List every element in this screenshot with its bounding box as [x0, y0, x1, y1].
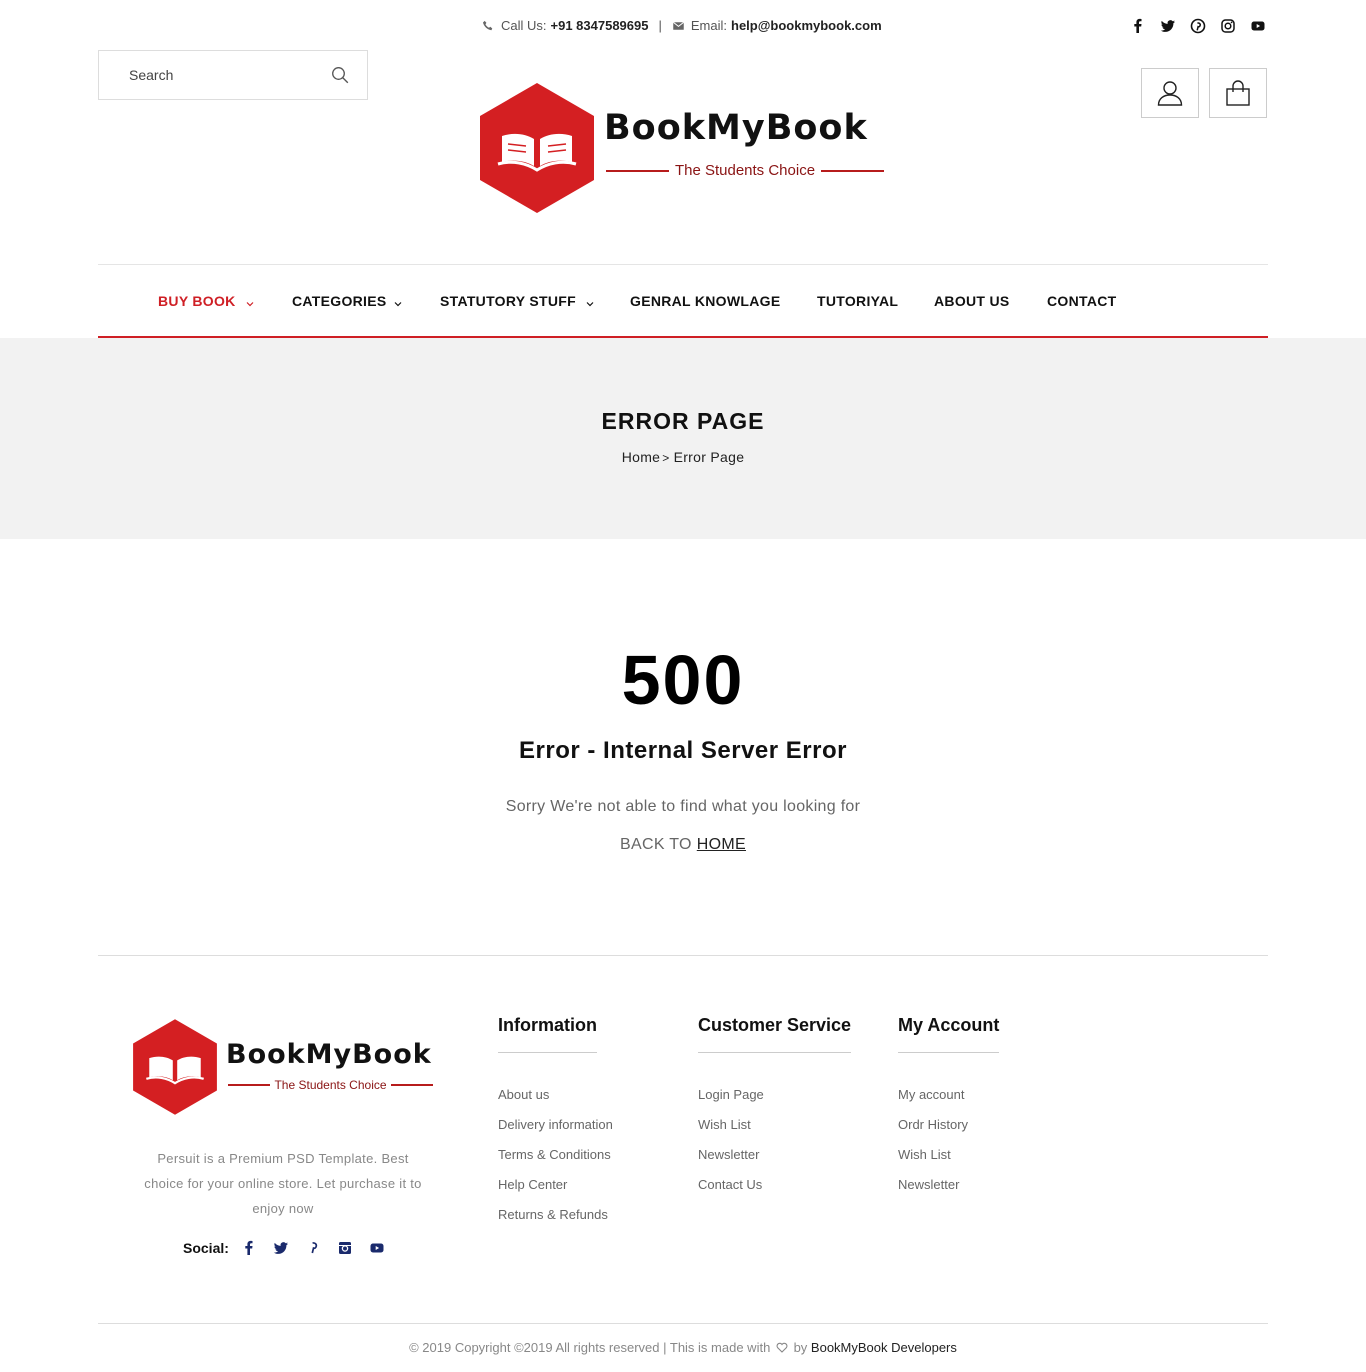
breadcrumb: Home > Error Page — [0, 449, 1366, 465]
footer-brand-name: BookMyBook — [226, 1039, 432, 1070]
footer-link[interactable]: Newsletter — [898, 1177, 999, 1207]
footer-column-title: Customer Service — [698, 1015, 852, 1053]
search-input[interactable] — [129, 67, 319, 83]
copyright-divider — [98, 1323, 1268, 1324]
back-prefix: BACK TO — [620, 836, 692, 853]
brand-tagline: The Students Choice — [606, 162, 884, 179]
nav-item-categories[interactable]: CATEGORIES — [292, 293, 403, 309]
error-title: Error - Internal Server Error — [519, 737, 847, 764]
error-message: Sorry We're not able to find what you lo… — [505, 798, 861, 815]
nav-item-about-us[interactable]: ABOUT US — [934, 293, 1010, 309]
nav-item-label: GENRAL KNOWLAGE — [630, 293, 781, 309]
facebook-icon[interactable] — [1130, 18, 1146, 34]
phone-number[interactable]: +91 8347589695 — [551, 18, 649, 33]
account-button[interactable] — [1141, 68, 1199, 118]
nav-item-general-knowledge[interactable]: GENRAL KNOWLAGE — [630, 293, 780, 309]
footer-link[interactable]: Terms & Conditions — [498, 1147, 613, 1177]
facebook-icon[interactable] — [241, 1240, 257, 1256]
site-logo[interactable]: BookMyBook The Students Choice — [476, 80, 896, 220]
pinterest-icon[interactable] — [1190, 18, 1206, 34]
footer-column-title: Information — [498, 1015, 597, 1053]
nav-item-tutorial[interactable]: TUTORIYAL — [817, 293, 898, 309]
contact-separator: | — [658, 18, 662, 33]
footer-brand-tagline: The Students Choice — [228, 1078, 434, 1092]
footer-top-divider — [98, 955, 1268, 956]
nav-item-label: BUY BOOK — [158, 293, 236, 309]
heart-icon — [776, 1341, 788, 1353]
main-nav: BUY BOOK CATEGORIES STATUTORY STUFF GENR… — [98, 265, 1268, 338]
email-address[interactable]: help@bookmybook.com — [731, 18, 882, 33]
footer-link[interactable]: Contact Us — [698, 1177, 851, 1207]
book-hexagon-logo-icon — [133, 1019, 217, 1115]
mail-icon — [672, 20, 684, 32]
copyright-author[interactable]: BookMyBook Developers — [811, 1340, 957, 1355]
chevron-down-icon — [393, 296, 403, 307]
footer-column-my-account: My Account My account Ordr History Wish … — [898, 1015, 1000, 1207]
shopping-bag-icon — [1226, 80, 1250, 106]
nav-item-label: TUTORIYAL — [817, 293, 899, 309]
social-label: Social: — [183, 1240, 229, 1256]
top-bar: Call Us: +91 8347589695 | Email: help@bo… — [0, 18, 1366, 38]
footer-social: Social: — [183, 1240, 401, 1256]
call-label: Call Us: — [501, 18, 547, 33]
nav-item-label: CONTACT — [1047, 293, 1117, 309]
breadcrumb-current: Error Page — [673, 449, 745, 465]
footer-link[interactable]: Delivery information — [498, 1117, 613, 1147]
footer-link[interactable]: Newsletter — [698, 1147, 851, 1177]
footer-link[interactable]: Returns & Refunds — [498, 1207, 613, 1237]
chevron-down-icon — [585, 296, 595, 307]
nav-item-statutory-stuff[interactable]: STATUTORY STUFF — [440, 293, 595, 309]
footer-link[interactable]: Wish List — [698, 1117, 851, 1147]
cart-button[interactable] — [1209, 68, 1267, 118]
nav-item-label: ABOUT US — [934, 293, 1010, 309]
home-link[interactable]: HOME — [697, 836, 746, 853]
footer-logo[interactable]: BookMyBook The Students Choice — [130, 1017, 450, 1117]
footer-description: Persuit is a Premium PSD Template. Best … — [144, 1151, 422, 1216]
brand-name: BookMyBook — [604, 108, 868, 148]
brand-tagline-text: The Students Choice — [674, 162, 816, 179]
page-header-band: ERROR PAGE Home > Error Page — [0, 338, 1366, 539]
footer-link[interactable]: My account — [898, 1087, 999, 1117]
twitter-icon[interactable] — [273, 1240, 289, 1256]
copyright-by: by — [793, 1340, 808, 1355]
youtube-icon[interactable] — [369, 1240, 385, 1256]
phone-icon — [482, 20, 494, 32]
nav-item-buy-book[interactable]: BUY BOOK — [158, 293, 255, 309]
instagram-icon[interactable] — [1220, 18, 1236, 34]
instagram-icon[interactable] — [337, 1240, 353, 1256]
error-code: 500 — [621, 641, 745, 719]
nav-item-label: CATEGORIES — [292, 293, 387, 309]
top-social-links — [1130, 18, 1266, 34]
page-title: ERROR PAGE — [601, 408, 765, 434]
nav-item-label: STATUTORY STUFF — [440, 293, 576, 309]
footer-link[interactable]: About us — [498, 1087, 613, 1117]
footer-column-information: Information About us Delivery informatio… — [498, 1015, 613, 1237]
footer-link[interactable]: Ordr History — [898, 1117, 999, 1147]
copyright-text: © 2019 Copyright ©2019 All rights reserv… — [409, 1340, 771, 1355]
nav-item-contact[interactable]: CONTACT — [1047, 293, 1117, 309]
search-icon[interactable] — [331, 66, 349, 84]
footer-link[interactable]: Help Center — [498, 1177, 613, 1207]
footer-link[interactable]: Login Page — [698, 1087, 851, 1117]
chevron-down-icon — [245, 296, 255, 307]
footer-column-title: My Account — [898, 1015, 1000, 1053]
contact-info: Call Us: +91 8347589695 | Email: help@bo… — [482, 18, 882, 33]
copyright: © 2019 Copyright ©2019 All rights reserv… — [0, 1340, 1366, 1355]
search-box — [98, 50, 368, 100]
user-icon — [1157, 81, 1183, 106]
email-label: Email: — [690, 18, 727, 33]
breadcrumb-separator: > — [662, 451, 670, 465]
twitter-icon[interactable] — [1160, 18, 1176, 34]
book-hexagon-logo-icon — [480, 83, 594, 213]
breadcrumb-home[interactable]: Home — [622, 449, 661, 465]
back-to-home: BACK TO HOME — [0, 836, 1366, 854]
footer-tagline-text: The Students Choice — [274, 1078, 387, 1092]
pinterest-icon[interactable] — [305, 1240, 321, 1256]
youtube-icon[interactable] — [1250, 18, 1266, 34]
footer-link[interactable]: Wish List — [898, 1147, 999, 1177]
footer-column-customer-service: Customer Service Login Page Wish List Ne… — [698, 1015, 852, 1207]
